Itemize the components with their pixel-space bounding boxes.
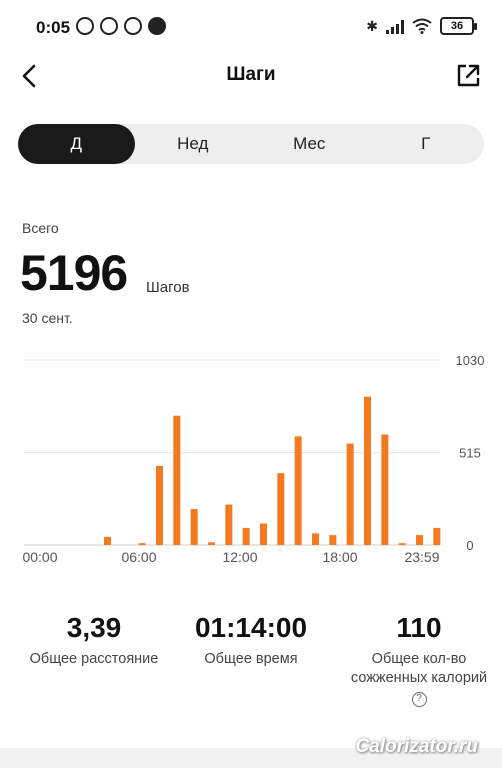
watermark: Calorizator.ru [355,736,478,757]
chart-bar [398,543,406,545]
chart-bar [381,434,389,545]
chart-bar [416,535,423,545]
x-tick-label: 06:00 [121,549,156,565]
chart-bar [260,523,267,545]
battery-icon: 36 [440,17,477,35]
chart-bar [156,465,163,545]
total-steps-unit: Шагов [146,279,190,296]
chart-bar [190,509,198,545]
x-tick-label: 18:00 [322,549,357,565]
chart-bar [346,443,354,545]
tab-year[interactable]: Г [368,124,485,164]
chart-bar [104,536,111,545]
bluetooth-icon: ✱ [366,17,378,34]
chart-bar [364,396,371,545]
chart-bar [312,533,319,545]
time-label: Общее время [204,651,298,667]
y-tick-label: 0 [466,538,473,553]
status-bar: 0:05 ✱ 36 [0,0,502,56]
signal-icon [386,18,404,34]
tab-week[interactable]: Нед [135,124,252,164]
chart-bar [138,543,146,545]
stat-time: 01:14:00 Общее время [172,612,330,669]
pet-icon [124,17,142,35]
share-icon[interactable] [454,62,482,90]
steps-chart[interactable]: 1030 515 0 00:00 06:00 12:00 18:00 23:59 [0,345,502,575]
help-icon[interactable]: ? [411,692,427,707]
page-title: Шаги [226,64,276,85]
chart-bar [277,473,285,545]
chart-bar [433,527,441,545]
stat-distance: 3,39 Общее расстояние [14,612,174,669]
yandex-icon [100,17,118,35]
period-tabs: Д Нед Мес Г [18,124,484,164]
y-tick-label: 515 [459,446,481,461]
chart-bar [242,527,250,545]
x-tick-label: 00:00 [22,549,57,565]
calories-label: Общее кол-во сожженных калорий [350,651,488,686]
stat-calories: 110 Общее кол-во сожженных калорий ? [340,612,498,707]
distance-value: 3,39 [66,612,122,643]
tab-month[interactable]: Мес [251,124,368,164]
chart-bar [208,542,215,545]
tab-day[interactable]: Д [18,124,135,164]
distance-label: Общее расстояние [29,651,159,667]
chart-bar [329,535,337,545]
time-value: 01:14:00 [194,612,308,643]
x-tick-label: 23:59 [404,549,439,565]
total-label: Всего [22,220,59,236]
x-tick-label: 12:00 [222,549,257,565]
chart-bar [173,415,181,545]
header: Шаги [0,56,502,96]
chart-bar [294,436,302,545]
calories-value: 110 [396,612,442,643]
wifi-icon [412,18,432,34]
status-time: 0:05 [36,18,71,37]
ball-icon [148,17,166,35]
alarm-icon [76,17,94,35]
y-tick-label: 1030 [456,353,485,368]
status-app-icons [76,17,166,35]
selected-date: 30 сент. [22,310,73,326]
total-steps-value: 5196 [20,245,128,301]
chart-bar [225,504,233,545]
status-indicators: ✱ 36 [366,17,477,35]
